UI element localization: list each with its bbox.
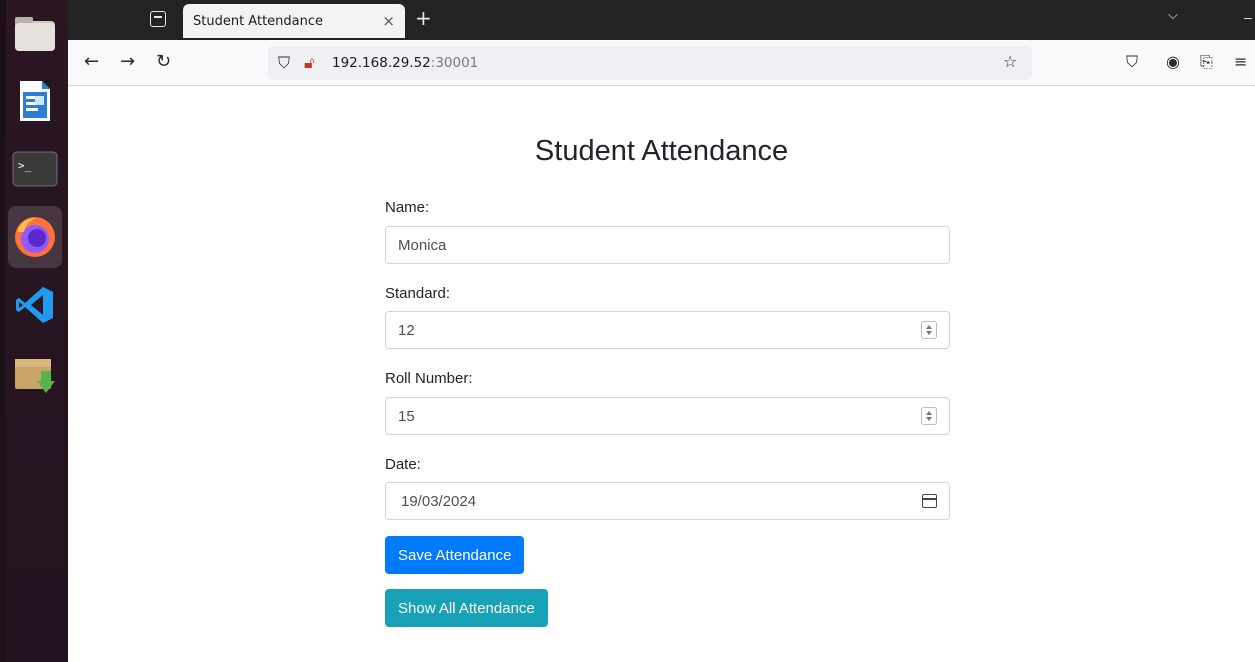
libreoffice-writer-icon[interactable] [8, 74, 62, 128]
name-input[interactable]: Monica [385, 226, 950, 264]
desktop: >_ Student Attendance × + ⌵ – ← → ↻ ⛉ 🔓︎… [0, 0, 1255, 662]
tab-list-icon[interactable] [150, 11, 166, 27]
bookmark-star-icon[interactable]: ☆ [1003, 52, 1017, 71]
browser-tab[interactable]: Student Attendance × [183, 4, 405, 38]
date-value: 19/03/2024 [401, 492, 477, 510]
url-port: :30001 [430, 55, 479, 71]
svg-text:>_: >_ [18, 159, 32, 172]
new-tab-button[interactable]: + [415, 6, 432, 30]
url-bar[interactable]: ⛉ 🔓︎ 192.168.29.52:30001 ☆ [268, 46, 1032, 80]
shield-icon[interactable]: ⛉ [278, 53, 290, 73]
roll-number-input[interactable]: 15 [385, 397, 950, 435]
date-input[interactable]: 19/03/2024 [385, 482, 950, 520]
minimize-icon[interactable]: – [1244, 9, 1252, 25]
forward-icon[interactable]: → [120, 51, 135, 72]
software-installer-icon[interactable] [8, 346, 62, 400]
save-attendance-button[interactable]: Save Attendance [385, 536, 525, 574]
menu-icon[interactable]: ≡ [1234, 52, 1247, 71]
files-icon[interactable] [8, 6, 62, 60]
back-icon[interactable]: ← [84, 51, 99, 72]
browser-nav-bar: ← → ↻ ⛉ 🔓︎ 192.168.29.52:30001 ☆ ⛉ ◉ ⎘ ≡ [68, 40, 1255, 86]
firefox-icon[interactable] [8, 206, 62, 268]
reload-icon[interactable]: ↻ [156, 51, 171, 72]
list-all-tabs-icon[interactable]: ⌵ [1168, 8, 1178, 23]
browser-tab-bar: Student Attendance × + ⌵ – ⧉ ✕ [68, 0, 1255, 40]
ubuntu-dock: >_ [0, 0, 68, 662]
standard-label: Standard: [385, 285, 451, 302]
page-content: Student Attendance Name: Monica Standard… [68, 87, 1255, 662]
name-value: Monica [398, 236, 447, 254]
spinner-icon[interactable] [921, 407, 937, 425]
vscode-icon[interactable] [8, 278, 62, 332]
url-text: 192.168.29.52:30001 [332, 55, 478, 71]
terminal-icon[interactable]: >_ [8, 142, 62, 196]
show-all-attendance-button[interactable]: Show All Attendance [385, 589, 548, 627]
standard-value: 12 [398, 321, 415, 339]
spinner-icon[interactable] [921, 321, 937, 339]
tab-title: Student Attendance [193, 13, 324, 29]
account-icon[interactable]: ◉ [1166, 52, 1180, 71]
standard-input[interactable]: 12 [385, 311, 950, 349]
page-title: Student Attendance [534, 135, 789, 167]
name-label: Name: [385, 199, 430, 216]
roll-number-value: 15 [398, 407, 415, 425]
url-host: 192.168.29.52 [332, 55, 431, 71]
insecure-lock-icon[interactable]: 🔓︎ [304, 53, 314, 73]
calendar-icon[interactable] [922, 494, 937, 508]
date-label: Date: [385, 456, 421, 473]
tab-close-icon[interactable]: × [382, 12, 395, 30]
dock-edge [0, 0, 6, 662]
extensions-icon[interactable]: ⎘ [1200, 52, 1213, 72]
pocket-icon[interactable]: ⛉ [1126, 52, 1138, 72]
roll-number-label: Roll Number: [385, 370, 473, 387]
